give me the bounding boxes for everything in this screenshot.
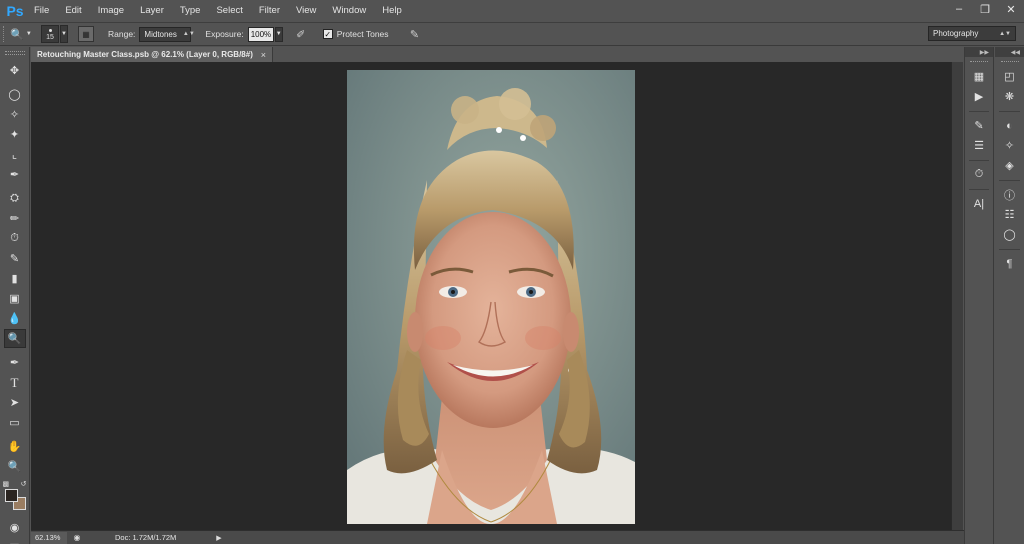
chevron-updown-icon: ▲▼ xyxy=(182,31,195,37)
clone-source-icon[interactable]: ⏱ xyxy=(968,165,990,184)
exposure-slider-arrow[interactable]: ▼ xyxy=(274,26,283,42)
foreground-color-swatch[interactable] xyxy=(4,489,18,502)
screen-mode-icon[interactable]: ▣ xyxy=(4,538,26,544)
magic-wand-icon[interactable]: ✦ xyxy=(4,125,26,144)
toolbar-grip[interactable] xyxy=(4,51,25,55)
brush-picker-arrow[interactable]: ▼ xyxy=(60,25,68,43)
brush-icon[interactable]: ✏ xyxy=(4,209,26,228)
quick-mask-icon[interactable]: ◉ xyxy=(4,518,26,537)
history-icon[interactable]: ▦ xyxy=(968,67,990,86)
move-icon[interactable]: ✥ xyxy=(4,61,26,80)
menu-filter[interactable]: Filter xyxy=(251,0,288,22)
rectangle-icon[interactable]: ▭ xyxy=(4,413,26,432)
brush-panel-toggle-icon[interactable]: ▦ xyxy=(78,26,94,42)
strip-grip[interactable] xyxy=(1000,61,1019,64)
type-icon[interactable]: T xyxy=(4,373,26,392)
strip-expand-icon[interactable]: ◀◀ xyxy=(995,47,1024,57)
exposure-input[interactable]: 100% xyxy=(247,26,274,42)
range-value: Midtones xyxy=(144,29,177,39)
strip-grip[interactable] xyxy=(970,61,988,64)
default-colors-icon[interactable]: ▩ xyxy=(3,480,10,488)
strip-collapse-icon[interactable]: ▶▶ xyxy=(965,47,993,57)
history-brush-icon[interactable]: ✎ xyxy=(4,249,26,268)
eraser-icon[interactable]: ▮ xyxy=(4,269,26,288)
airbrush-icon[interactable]: ✐ xyxy=(293,26,309,42)
marquee-icon[interactable]: ◯ xyxy=(4,85,26,104)
workspace-value: Photography xyxy=(933,29,979,38)
swap-colors-icon[interactable]: ↺ xyxy=(21,480,27,488)
menu-type[interactable]: Type xyxy=(172,0,209,22)
protect-tones-label: Protect Tones xyxy=(336,29,389,39)
paragraph-icon[interactable]: ¶ xyxy=(999,254,1021,273)
info-icon[interactable]: ⓘ xyxy=(999,185,1021,204)
collapsed-panel-strip-1: ▶▶ ▦ ▶ ✎ ☰ ⏱ A| xyxy=(964,47,994,544)
menu-layer[interactable]: Layer xyxy=(132,0,172,22)
menu-help[interactable]: Help xyxy=(374,0,410,22)
document-tab-title: Retouching Master Class.psb @ 62.1% (Lay… xyxy=(37,50,253,59)
zoom-level-field[interactable]: 62.13% xyxy=(31,531,67,544)
chevron-updown-icon: ▲▼ xyxy=(999,30,1011,37)
healing-brush-icon[interactable]: ⛭ xyxy=(4,189,26,208)
crop-icon[interactable]: ⌞ xyxy=(4,145,26,164)
pen-icon[interactable]: ✒ xyxy=(4,353,26,372)
brush-presets-icon[interactable]: ✎ xyxy=(968,116,990,135)
range-label: Range: xyxy=(108,29,136,39)
status-bar: 62.13% ◉ Doc: 1.72M/1.72M ▶ xyxy=(31,530,964,544)
adjustments-icon[interactable]: ◐ xyxy=(999,116,1021,135)
document-image[interactable] xyxy=(347,70,635,524)
gradient-icon[interactable]: ▣ xyxy=(4,289,26,308)
portrait-photo xyxy=(347,70,635,524)
paths-icon[interactable]: ✧ xyxy=(999,136,1021,155)
menu-window[interactable]: Window xyxy=(324,0,374,22)
restore-icon[interactable]: ❐ xyxy=(972,0,998,18)
collapsed-panel-strip-2: ◀◀ ◰ ❋ ◐ ✧ ◈ ⓘ ☷ ◯ ¶ xyxy=(995,47,1024,544)
range-select[interactable]: Midtones ▲▼ xyxy=(139,26,195,42)
dodge-icon: 🔍 xyxy=(10,28,24,41)
lasso-icon[interactable]: ✧ xyxy=(4,105,26,124)
clone-stamp-icon[interactable]: ⏱ xyxy=(4,229,26,248)
protect-tones-checkbox[interactable]: ✓ xyxy=(322,29,333,39)
path-selection-icon[interactable]: ➤ xyxy=(4,393,26,412)
proof-icon[interactable]: ◉ xyxy=(71,532,83,544)
exposure-label: Exposure: xyxy=(205,29,244,39)
close-icon[interactable]: × xyxy=(261,50,266,60)
close-icon[interactable]: ✕ xyxy=(998,0,1024,18)
menu-bar: Ps File Edit Image Layer Type Select Fil… xyxy=(0,0,1024,22)
color-swatches: ▩ ↺ xyxy=(3,481,27,510)
tools-panel: ✥ ◯ ✧ ✦ ⌞ ✒ ⛭ ✏ ⏱ ✎ ▮ ▣ 💧 🔍 ✒ T ➤ ▭ ✋ 🔍 … xyxy=(0,47,30,544)
tool-preset-picker[interactable]: 🔍 ▼ xyxy=(7,25,35,43)
document-tab[interactable]: Retouching Master Class.psb @ 62.1% (Lay… xyxy=(31,47,273,62)
photoshop-logo: Ps xyxy=(6,3,24,19)
brush-size-picker[interactable]: 15 xyxy=(41,25,59,43)
vertical-scrollbar[interactable] xyxy=(951,62,963,530)
swatches-icon[interactable]: ❋ xyxy=(999,87,1021,106)
blur-icon[interactable]: 💧 xyxy=(4,309,26,328)
hand-icon[interactable]: ✋ xyxy=(4,437,26,456)
layers-icon[interactable]: ◈ xyxy=(999,156,1021,175)
menu-file[interactable]: File xyxy=(26,0,57,22)
dodge-icon[interactable]: 🔍 xyxy=(3,329,26,348)
window-controls: – ❐ ✕ xyxy=(946,0,1024,18)
menu-view[interactable]: View xyxy=(288,0,324,22)
doc-size-info: Doc: 1.72M/1.72M xyxy=(115,533,177,542)
color-icon[interactable]: ◰ xyxy=(999,67,1021,86)
properties-icon[interactable]: ◯ xyxy=(999,225,1021,244)
channels-icon[interactable]: ☷ xyxy=(999,205,1021,224)
tablet-pressure-icon[interactable]: ✎ xyxy=(407,26,423,42)
eyedropper-icon[interactable]: ✒ xyxy=(4,165,26,184)
adjust-icon[interactable]: ☰ xyxy=(968,136,990,155)
chevron-down-icon: ▼ xyxy=(25,31,32,37)
options-bar: 🔍 ▼ 15 ▼ ▦ Range: Midtones ▲▼ Exposure: 10… xyxy=(0,22,1024,46)
minimize-icon[interactable]: – xyxy=(946,0,972,18)
zoom-icon[interactable]: 🔍 xyxy=(4,457,26,476)
status-menu-arrow[interactable]: ▶ xyxy=(216,534,221,542)
menu-select[interactable]: Select xyxy=(208,0,250,22)
character-icon[interactable]: A| xyxy=(968,194,990,213)
menu-edit[interactable]: Edit xyxy=(57,0,89,22)
workspace-switcher[interactable]: Photography ▲▼ xyxy=(928,26,1016,41)
actions-icon[interactable]: ▶ xyxy=(968,87,990,106)
menu-image[interactable]: Image xyxy=(90,0,132,22)
